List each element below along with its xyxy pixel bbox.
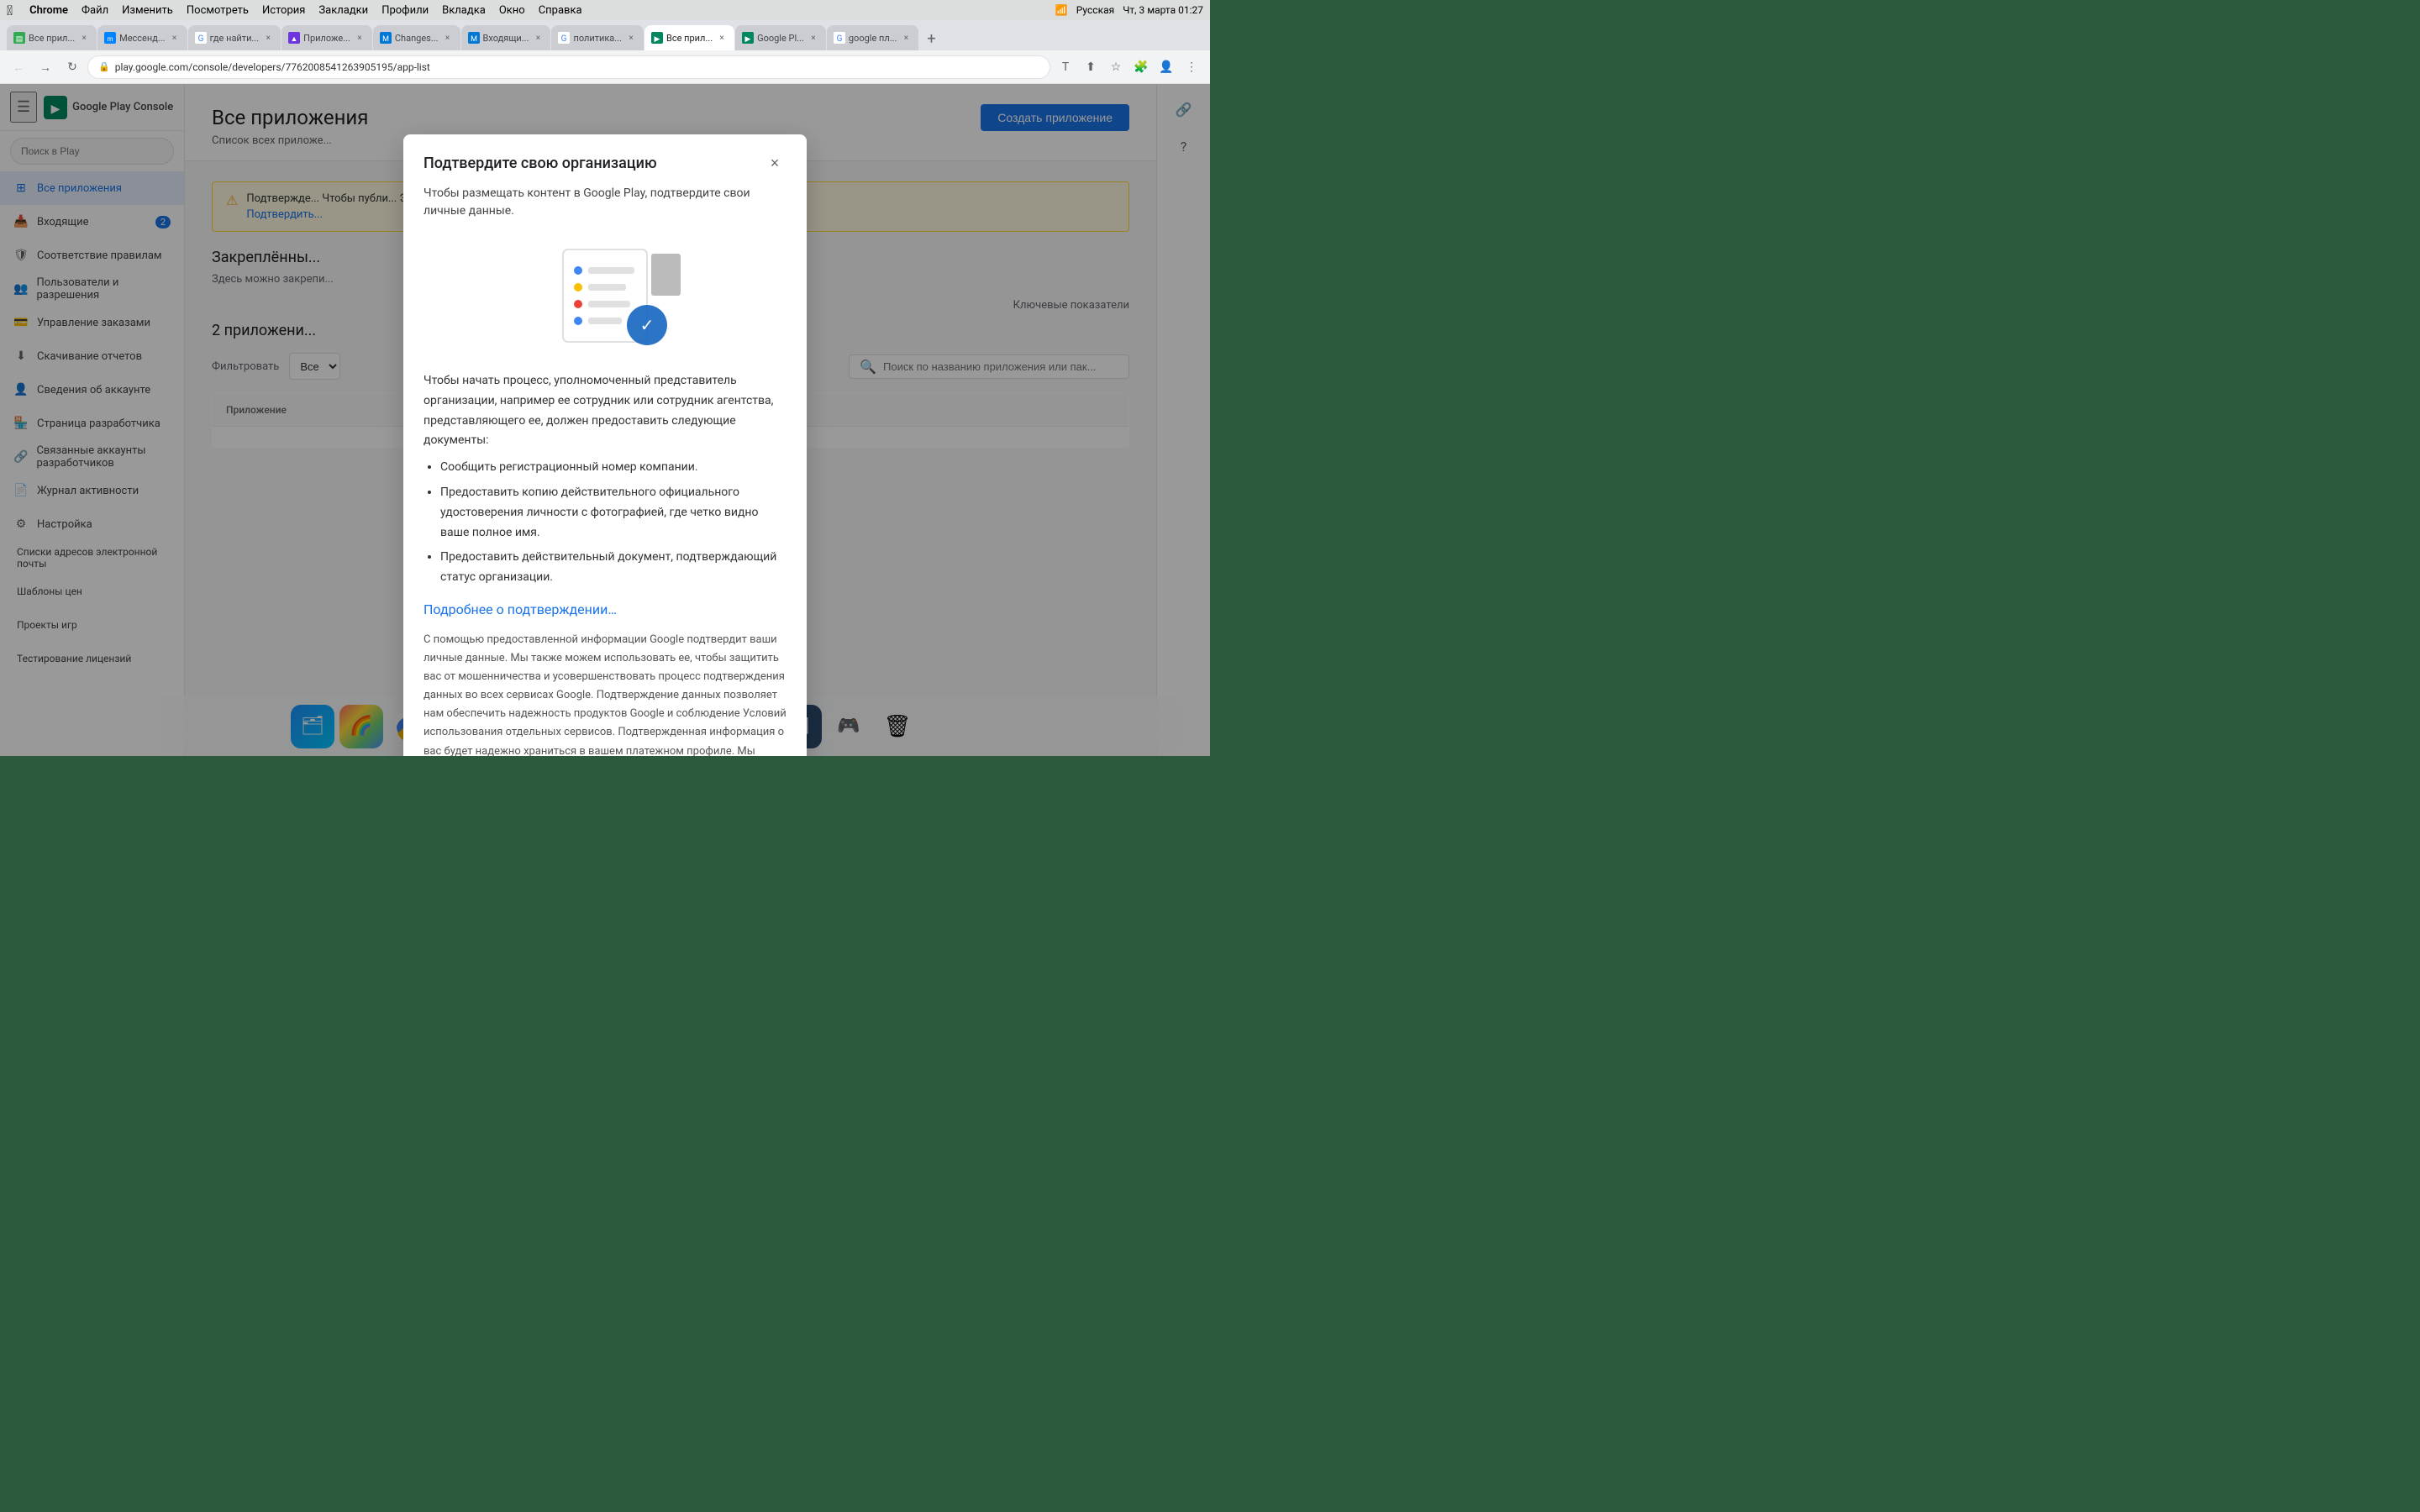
svg-text:G: G — [836, 34, 842, 44]
tab-close-7[interactable]: × — [716, 32, 728, 44]
svg-text:M: M — [471, 35, 477, 44]
tab-close-4[interactable]: × — [442, 32, 454, 44]
translate-icon[interactable]: T — [1054, 55, 1077, 79]
modal-header: Подтвердите свою организацию × — [403, 134, 807, 185]
app-name[interactable]: Chrome — [29, 4, 68, 17]
tab-close-6[interactable]: × — [625, 32, 637, 44]
svg-text:✓: ✓ — [640, 315, 655, 335]
tab-label-1: Мессенд... — [119, 33, 165, 44]
svg-text:▶: ▶ — [655, 35, 660, 44]
reload-button[interactable]: ↻ — [60, 55, 84, 79]
bullet-1: Сообщить регистрационный номер компании. — [440, 458, 786, 478]
tab-close-9[interactable]: × — [900, 32, 912, 44]
modal-bullet-list: Сообщить регистрационный номер компании.… — [424, 458, 786, 588]
forward-button[interactable]: → — [34, 55, 57, 79]
tab-favicon-0: ▤ — [13, 32, 25, 44]
back-button[interactable]: ← — [7, 55, 30, 79]
svg-text:M: M — [382, 35, 389, 44]
modal-illustration: ✓ — [424, 237, 786, 354]
svg-text:▶: ▶ — [745, 35, 751, 44]
svg-text:G: G — [197, 34, 203, 44]
menu-view[interactable]: Посмотреть — [187, 4, 249, 17]
bullet-3: Предоставить действительный документ, по… — [440, 548, 786, 588]
tab-9[interactable]: G google пл... × — [827, 25, 919, 50]
menubar-right: 📶 Русская Чт, 3 марта 01:27 — [1055, 4, 1203, 16]
tab-1[interactable]: m Мессенд... × — [97, 25, 187, 50]
modal-section-1: Чтобы начать процесс, уполномоченный пре… — [424, 371, 786, 588]
modal-title: Подтвердите свою организацию — [424, 155, 657, 172]
tab-2[interactable]: G где найти... × — [188, 25, 281, 50]
svg-text:G: G — [561, 34, 567, 44]
tab-close-2[interactable]: × — [262, 32, 274, 44]
tab-close-1[interactable]: × — [169, 32, 181, 44]
learn-more-link[interactable]: Подробнее о подтверждении… — [424, 601, 617, 617]
navbar: ← → ↻ 🔒 play.google.com/console/develope… — [0, 50, 1210, 84]
tab-label-3: Приложе... — [303, 33, 350, 44]
more-icon[interactable]: ⋮ — [1180, 55, 1203, 79]
bookmark-icon[interactable]: ☆ — [1104, 55, 1128, 79]
share-icon[interactable]: ⬆ — [1079, 55, 1102, 79]
tab-4[interactable]: M Changes... × — [373, 25, 460, 50]
tab-8[interactable]: ▶ Google Pl... × — [735, 25, 826, 50]
svg-text:▤: ▤ — [16, 35, 24, 44]
tab-label-6: политика... — [573, 33, 622, 44]
tab-label-2: где найти... — [210, 33, 260, 44]
svg-text:m: m — [108, 35, 113, 43]
bullet-2: Предоставить копию действительного офици… — [440, 483, 786, 543]
tab-3[interactable]: ▲ Приложе... × — [281, 25, 372, 50]
menu-file[interactable]: Файл — [82, 4, 108, 17]
modal-intro: Чтобы начать процесс, уполномоченный пре… — [424, 371, 786, 451]
modal-dialog: Подтвердите свою организацию × Чтобы раз… — [403, 134, 807, 756]
url-text: play.google.com/console/developers/77620… — [115, 61, 430, 73]
tab-label-8: Google Pl... — [757, 33, 804, 44]
menu-help[interactable]: Справка — [539, 4, 582, 17]
tab-6[interactable]: G политика... × — [551, 25, 644, 50]
tab-close-5[interactable]: × — [532, 32, 544, 44]
modal-close-button[interactable]: × — [763, 151, 786, 175]
tab-label-7: Все прил... — [666, 33, 713, 44]
apple-menu[interactable]:  — [7, 3, 13, 18]
navbar-actions: T ⬆ ☆ 🧩 👤 ⋮ — [1054, 55, 1203, 79]
tab-label-0: Все прил... — [29, 33, 75, 44]
extension-icon[interactable]: 🧩 — [1129, 55, 1153, 79]
tab-close-0[interactable]: × — [78, 32, 90, 44]
secure-icon: 🔒 — [98, 61, 110, 72]
modal-info: С помощью предоставленной информации Goo… — [424, 631, 786, 756]
language: Русская — [1076, 4, 1114, 16]
tab-label-9: google пл... — [849, 33, 897, 44]
menu-history[interactable]: История — [262, 4, 305, 17]
tab-label-4: Changes... — [395, 33, 439, 44]
tab-close-3[interactable]: × — [354, 32, 366, 44]
tab-label-5: Входящи... — [483, 33, 529, 44]
new-tab-button[interactable]: + — [919, 27, 943, 50]
menu-bookmarks[interactable]: Закладки — [318, 4, 368, 17]
modal-body: Чтобы размещать контент в Google Play, п… — [403, 185, 807, 756]
browser-window: ▤ Все прил... × m Мессенд... × G где най… — [0, 20, 1210, 756]
datetime: Чт, 3 марта 01:27 — [1123, 4, 1203, 16]
profile-icon[interactable]: 👤 — [1155, 55, 1178, 79]
address-bar[interactable]: 🔒 play.google.com/console/developers/776… — [87, 55, 1050, 79]
tab-5[interactable]: M Входящи... × — [461, 25, 551, 50]
svg-text:▲: ▲ — [291, 35, 298, 44]
menu-edit[interactable]: Изменить — [122, 4, 173, 17]
menu-window[interactable]: Окно — [499, 4, 525, 17]
tab-0[interactable]: ▤ Все прил... × — [7, 25, 97, 50]
wifi-icon: 📶 — [1055, 4, 1068, 16]
tabbar: ▤ Все прил... × m Мессенд... × G где най… — [0, 20, 1210, 50]
document-illustration: ✓ — [513, 241, 697, 350]
menu-tab[interactable]: Вкладка — [442, 4, 486, 17]
main-area: ☰ ▶ Google Play Console ⊞ Все приложения — [0, 84, 1210, 756]
modal-overlay[interactable]: Подтвердите свою организацию × Чтобы раз… — [0, 84, 1210, 756]
menu-profiles[interactable]: Профили — [381, 4, 429, 17]
tab-7[interactable]: ▶ Все прил... × — [644, 25, 734, 50]
modal-info-text: С помощью предоставленной информации Goo… — [424, 633, 786, 756]
modal-subtitle: Чтобы размещать контент в Google Play, п… — [424, 185, 786, 220]
tab-close-8[interactable]: × — [808, 32, 819, 44]
menubar:  Chrome Файл Изменить Посмотреть Истори… — [0, 0, 1210, 20]
